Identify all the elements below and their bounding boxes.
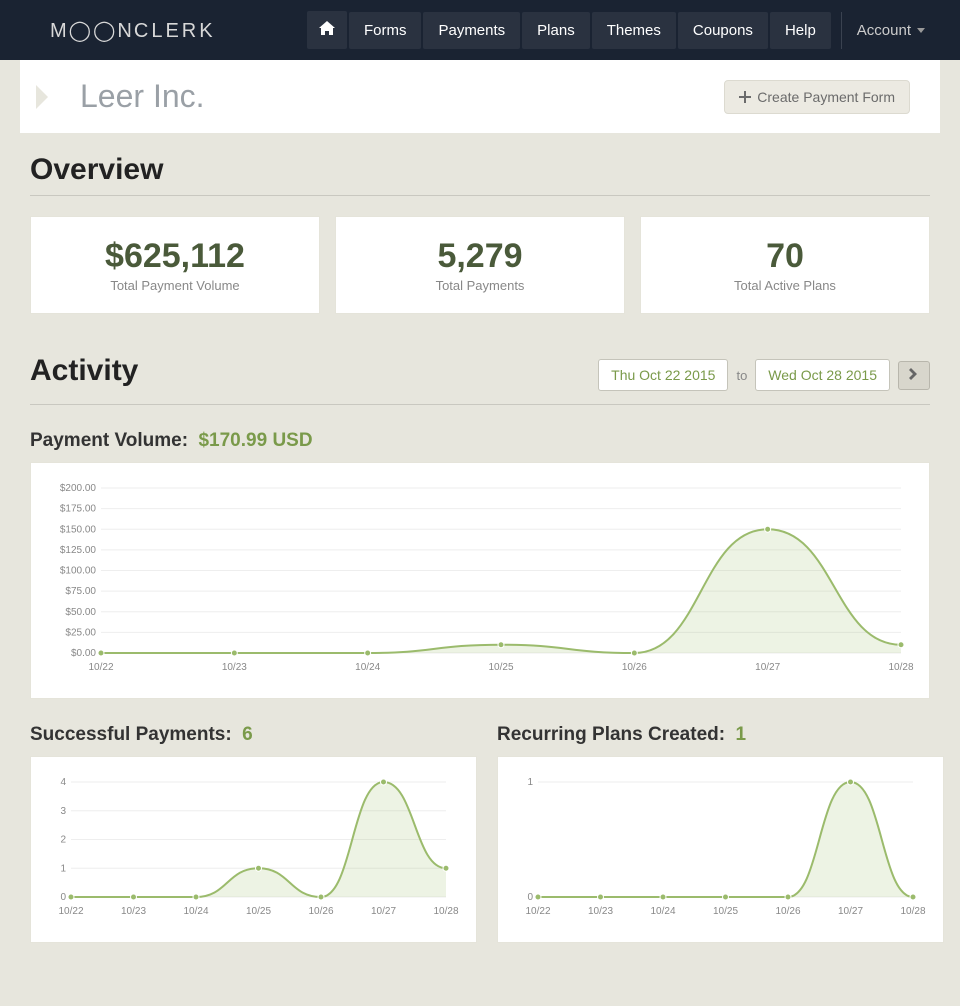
svg-text:1: 1 [60, 863, 66, 874]
nav-items: Forms Payments Plans Themes Coupons Help… [307, 11, 940, 49]
svg-text:$150.00: $150.00 [60, 524, 97, 535]
svg-text:$50.00: $50.00 [65, 607, 96, 618]
svg-text:$100.00: $100.00 [60, 566, 97, 577]
nav-account-label: Account [857, 22, 911, 39]
svg-text:10/23: 10/23 [222, 662, 247, 673]
nav-account[interactable]: Account [841, 12, 940, 49]
svg-text:$0.00: $0.00 [71, 648, 96, 659]
svg-text:10/24: 10/24 [183, 906, 208, 917]
page-header: Leer Inc. Create Payment Form [20, 60, 940, 133]
stat-active-plans: 70 Total Active Plans [640, 216, 930, 314]
svg-text:3: 3 [60, 806, 66, 817]
overview-title: Overview [30, 153, 930, 187]
activity-header: Activity Thu Oct 22 2015 to Wed Oct 28 2… [30, 354, 930, 396]
divider [30, 404, 930, 405]
stat-value: 5,279 [346, 237, 614, 276]
logo[interactable]: M◯◯NCLERK [50, 18, 216, 43]
nav-forms[interactable]: Forms [349, 12, 422, 49]
svg-text:$75.00: $75.00 [65, 586, 96, 597]
chart-label: Recurring Plans Created: [497, 724, 725, 745]
svg-text:$25.00: $25.00 [65, 627, 96, 638]
breadcrumb-arrow-icon [36, 85, 48, 109]
nav-plans[interactable]: Plans [522, 12, 590, 49]
payment-volume-chart: $0.00 $25.00 $50.00 $75.00 $100.00 $125.00 $15… [30, 462, 930, 699]
nav-themes[interactable]: Themes [592, 12, 676, 49]
svg-text:10/26: 10/26 [775, 906, 800, 917]
successful-payments-chart: 0 1 2 3 4 10/22 10/23 10/24 10/25 10/26 10/27 10/28 [30, 756, 477, 943]
svg-text:0: 0 [60, 892, 66, 903]
chart-value: 6 [242, 724, 253, 745]
nav-coupons[interactable]: Coupons [678, 12, 768, 49]
svg-text:10/22: 10/22 [88, 662, 113, 673]
stats-row: $625,112 Total Payment Volume 5,279 Tota… [30, 216, 930, 314]
date-range-controls: Thu Oct 22 2015 to Wed Oct 28 2015 [598, 359, 930, 391]
svg-text:2: 2 [60, 835, 66, 846]
chart-value: $170.99 USD [198, 430, 312, 451]
stat-label: Total Payments [346, 278, 614, 293]
stat-total-payments: 5,279 Total Payments [335, 216, 625, 314]
date-next-button[interactable] [898, 361, 930, 390]
date-from-input[interactable]: Thu Oct 22 2015 [598, 359, 728, 391]
svg-text:10/25: 10/25 [488, 662, 513, 673]
navbar: M◯◯NCLERK Forms Payments Plans Themes Co… [0, 0, 960, 60]
chevron-right-icon [909, 368, 919, 380]
recurring-plans-svg: 0 1 10/22 10/23 10/24 10/25 10/26 10/27 10/28 [513, 772, 928, 922]
stat-label: Total Active Plans [651, 278, 919, 293]
svg-text:10/27: 10/27 [755, 662, 780, 673]
svg-text:4: 4 [60, 777, 66, 788]
svg-text:10/28: 10/28 [900, 906, 925, 917]
svg-text:$175.00: $175.00 [60, 504, 97, 515]
payment-volume-header: Payment Volume: $170.99 USD [30, 430, 930, 452]
svg-text:10/25: 10/25 [246, 906, 271, 917]
svg-text:0: 0 [527, 892, 533, 903]
svg-text:10/22: 10/22 [525, 906, 550, 917]
svg-text:$125.00: $125.00 [60, 545, 97, 556]
create-payment-form-button[interactable]: Create Payment Form [724, 80, 910, 114]
svg-text:10/23: 10/23 [588, 906, 613, 917]
svg-text:10/28: 10/28 [433, 906, 458, 917]
successful-payments-header: Successful Payments: 6 [30, 724, 477, 746]
svg-text:10/24: 10/24 [355, 662, 380, 673]
content: Overview $625,112 Total Payment Volume 5… [0, 133, 960, 963]
successful-payments-svg: 0 1 2 3 4 10/22 10/23 10/24 10/25 10/26 10/27 10/28 [46, 772, 461, 922]
svg-text:10/27: 10/27 [838, 906, 863, 917]
svg-text:$200.00: $200.00 [60, 483, 97, 494]
recurring-plans-header: Recurring Plans Created: 1 [497, 724, 944, 746]
stat-label: Total Payment Volume [41, 278, 309, 293]
stat-value: $625,112 [41, 237, 309, 276]
svg-text:10/28: 10/28 [888, 662, 913, 673]
date-to-input[interactable]: Wed Oct 28 2015 [755, 359, 890, 391]
svg-text:10/25: 10/25 [713, 906, 738, 917]
caret-down-icon [917, 28, 925, 33]
company-name: Leer Inc. [80, 78, 205, 115]
svg-text:10/27: 10/27 [371, 906, 396, 917]
svg-text:1: 1 [527, 777, 533, 788]
chart-value: 1 [736, 724, 747, 745]
create-button-label: Create Payment Form [757, 89, 895, 105]
payment-volume-svg: $0.00 $25.00 $50.00 $75.00 $100.00 $125.00 $15… [46, 478, 916, 678]
svg-text:10/23: 10/23 [121, 906, 146, 917]
recurring-plans-chart: 0 1 10/22 10/23 10/24 10/25 10/26 10/27 10/28 [497, 756, 944, 943]
svg-text:10/24: 10/24 [650, 906, 675, 917]
home-icon [319, 21, 335, 35]
plus-icon [739, 91, 751, 103]
divider [30, 195, 930, 196]
activity-title: Activity [30, 354, 138, 388]
chart-label: Payment Volume: [30, 430, 188, 451]
nav-help[interactable]: Help [770, 12, 831, 49]
svg-text:10/26: 10/26 [622, 662, 647, 673]
nav-payments[interactable]: Payments [423, 12, 520, 49]
date-to-label: to [736, 368, 747, 383]
svg-text:10/22: 10/22 [58, 906, 83, 917]
stat-total-volume: $625,112 Total Payment Volume [30, 216, 320, 314]
svg-text:10/26: 10/26 [308, 906, 333, 917]
small-charts-row: Successful Payments: 6 0123410/2210/2310… [30, 699, 930, 943]
stat-value: 70 [651, 237, 919, 276]
nav-home[interactable] [307, 11, 347, 49]
chart-label: Successful Payments: [30, 724, 232, 745]
